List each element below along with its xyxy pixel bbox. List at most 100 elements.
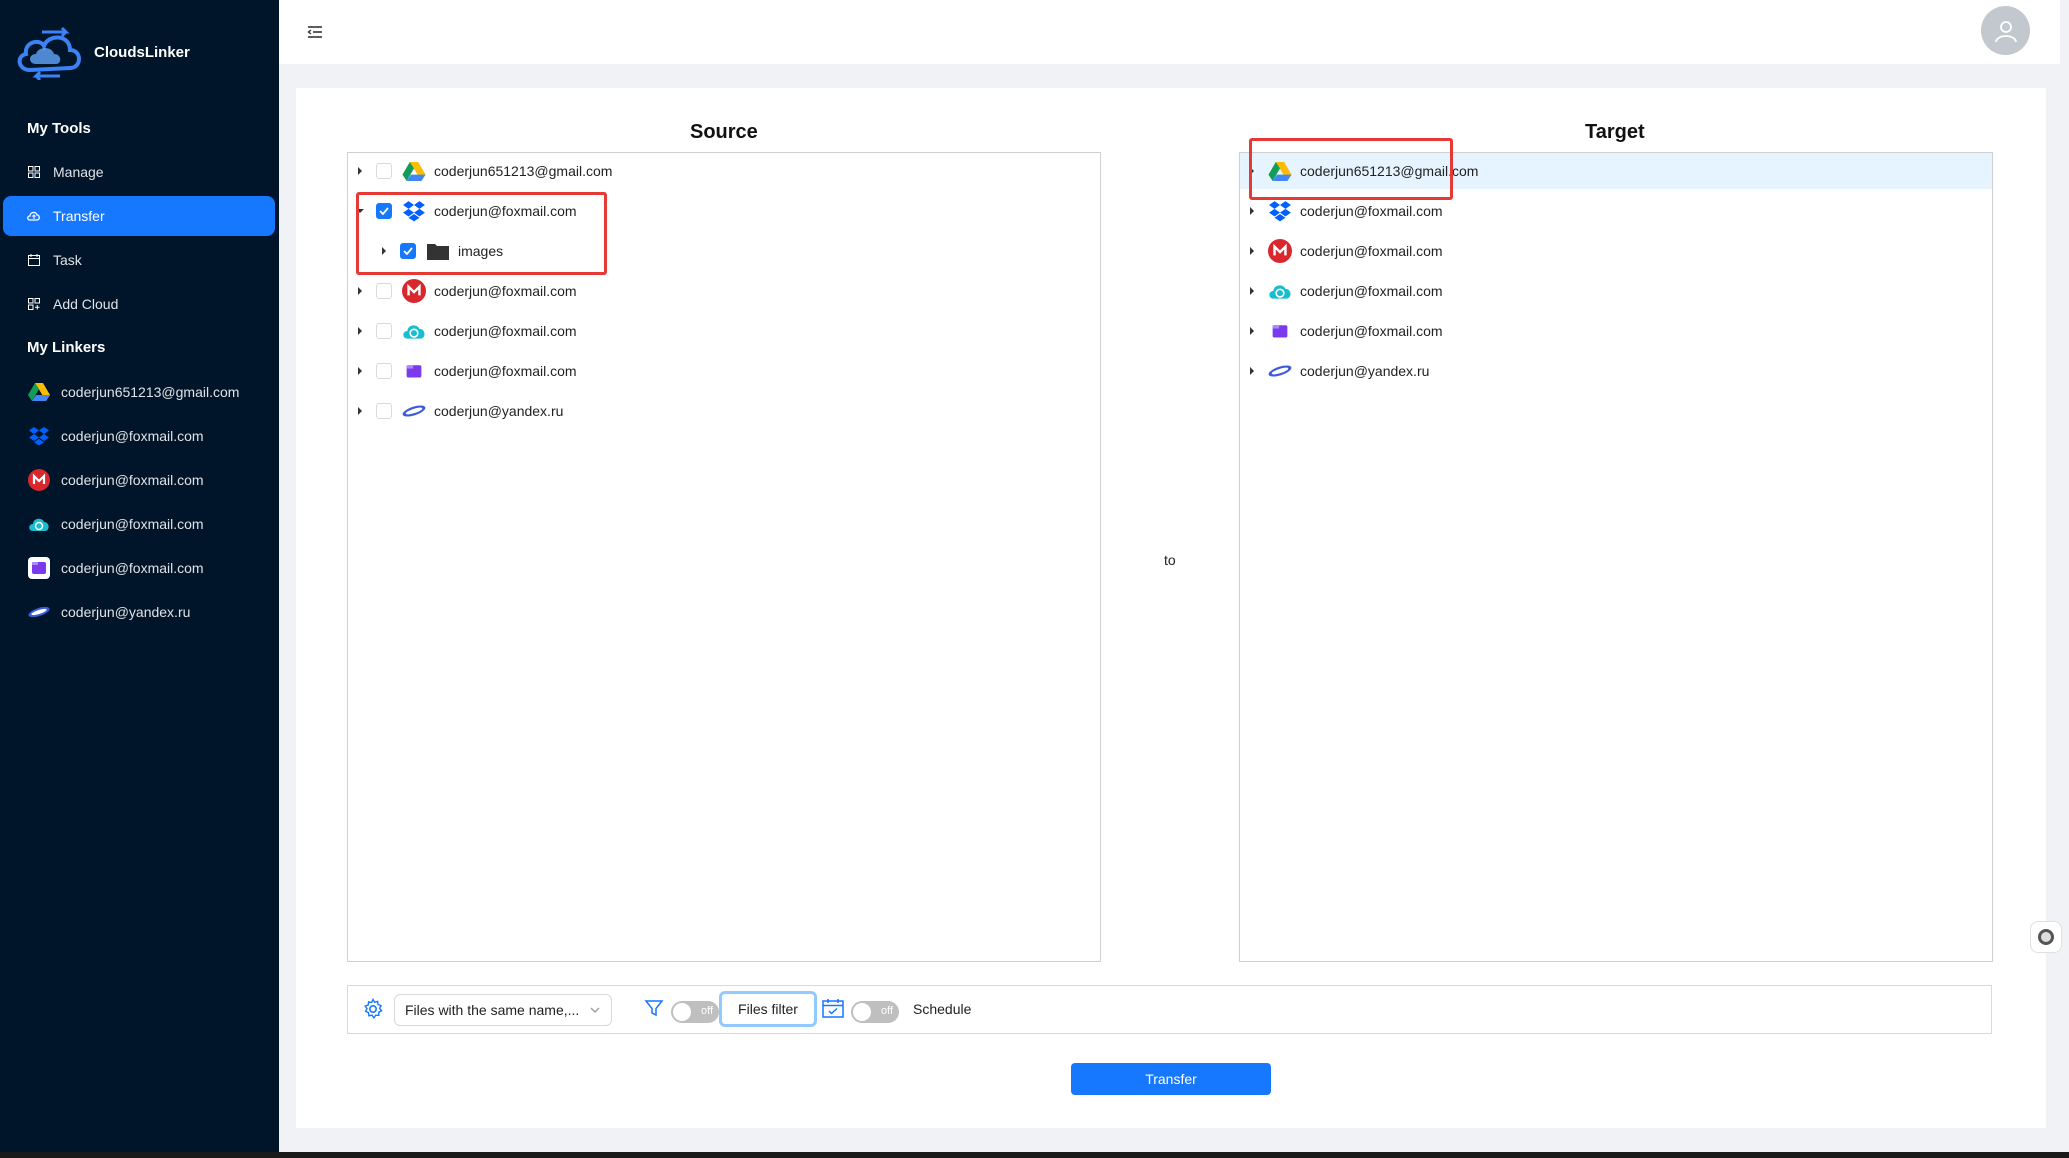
source-row-yandex[interactable]: coderjun@yandex.ru — [354, 393, 1094, 429]
caret-right-icon[interactable] — [354, 325, 366, 337]
source-checkbox[interactable] — [376, 283, 392, 299]
sidebar-linker-yandex[interactable]: coderjun@yandex.ru — [3, 592, 275, 632]
target-row-purple-cloud[interactable]: coderjun@foxmail.com — [1240, 313, 1992, 349]
source-row-google-drive[interactable]: coderjun651213@gmail.com — [354, 153, 1094, 189]
caret-down-icon[interactable] — [354, 205, 366, 217]
sidebar-linker-label: coderjun@yandex.ru — [61, 604, 191, 620]
same-name-conflict-select[interactable]: Files with the same name,... — [394, 994, 612, 1026]
target-row-label[interactable]: coderjun@foxmail.com — [1300, 323, 1443, 339]
schedule-label: Schedule — [913, 1001, 972, 1017]
brand-name: CloudsLinker — [94, 43, 190, 61]
source-row-dropbox[interactable]: coderjun@foxmail.com — [354, 193, 1094, 229]
source-row-purple-cloud[interactable]: coderjun@foxmail.com — [354, 353, 1094, 389]
target-row-label[interactable]: coderjun@foxmail.com — [1300, 203, 1443, 219]
caret-right-icon[interactable] — [1246, 245, 1258, 257]
pcloud-icon — [401, 318, 427, 344]
mega-icon — [27, 468, 51, 492]
transfer-panel: Source Target coderjun651213@gmail.com c… — [296, 88, 2046, 1128]
source-row-label[interactable]: coderjun651213@gmail.com — [434, 163, 612, 179]
target-row-pcloud[interactable]: coderjun@foxmail.com — [1240, 273, 1992, 309]
source-row-label[interactable]: images — [458, 243, 503, 259]
target-row-label[interactable]: coderjun@foxmail.com — [1300, 283, 1443, 299]
sidebar-linker-label: coderjun@foxmail.com — [61, 516, 204, 532]
source-checkbox-checked[interactable] — [400, 243, 416, 259]
my-linkers-title: My Linkers — [27, 339, 106, 356]
gear-icon[interactable] — [362, 998, 384, 1020]
caret-right-icon[interactable] — [354, 165, 366, 177]
sidebar-linker-label: coderjun651213@gmail.com — [61, 384, 240, 400]
source-row-label[interactable]: coderjun@foxmail.com — [434, 283, 577, 299]
cloudslinker-logo-icon — [17, 26, 81, 80]
source-row-pcloud[interactable]: coderjun@foxmail.com — [354, 313, 1094, 349]
google-drive-icon — [27, 380, 51, 404]
caret-right-icon[interactable] — [1246, 285, 1258, 297]
caret-right-icon[interactable] — [378, 245, 390, 257]
source-row-label[interactable]: coderjun@yandex.ru — [434, 403, 563, 419]
menu-fold-icon[interactable] — [303, 20, 327, 44]
target-title: Target — [1585, 121, 1645, 143]
mega-icon — [1267, 238, 1293, 264]
schedule-switch[interactable]: off — [851, 1001, 899, 1023]
caret-right-icon[interactable] — [1246, 365, 1258, 377]
sidebar-linker-label: coderjun@foxmail.com — [61, 472, 204, 488]
caret-right-icon[interactable] — [1246, 165, 1258, 177]
sidebar-linker-purple-cloud[interactable]: coderjun@foxmail.com — [3, 548, 275, 588]
grid-icon — [27, 165, 41, 179]
target-row-google-drive[interactable]: coderjun651213@gmail.com — [1240, 153, 1992, 189]
dropbox-icon — [401, 198, 427, 224]
files-filter-button[interactable]: Files filter — [719, 991, 817, 1027]
transfer-options-bar: Files with the same name,... off Files f… — [347, 985, 1992, 1034]
sidebar-item-label: Manage — [53, 164, 104, 180]
target-row-yandex[interactable]: coderjun@yandex.ru — [1240, 353, 1992, 389]
sidebar-item-manage[interactable]: Manage — [3, 152, 275, 192]
user-avatar[interactable] — [1981, 6, 2030, 55]
window-bottom-edge — [0, 1152, 2069, 1158]
source-checkbox-checked[interactable] — [376, 203, 392, 219]
target-row-mega[interactable]: coderjun@foxmail.com — [1240, 233, 1992, 269]
brand[interactable]: CloudsLinker — [14, 24, 190, 80]
switch-knob — [853, 1003, 871, 1021]
transfer-button[interactable]: Transfer — [1071, 1063, 1271, 1095]
yandex-disk-icon — [27, 600, 51, 624]
target-row-dropbox[interactable]: coderjun@foxmail.com — [1240, 193, 1992, 229]
target-row-label[interactable]: coderjun@yandex.ru — [1300, 363, 1429, 379]
caret-right-icon[interactable] — [1246, 325, 1258, 337]
sidebar-linker-pcloud[interactable]: coderjun@foxmail.com — [3, 504, 275, 544]
sidebar-item-label: Transfer — [53, 208, 105, 224]
my-tools-title: My Tools — [27, 120, 91, 137]
source-row-mega[interactable]: coderjun@foxmail.com — [354, 273, 1094, 309]
source-checkbox[interactable] — [376, 403, 392, 419]
select-value: Files with the same name,... — [405, 1002, 580, 1018]
cloud-transfer-icon — [27, 209, 41, 223]
source-row-label[interactable]: coderjun@foxmail.com — [434, 323, 577, 339]
sidebar-item-add-cloud[interactable]: Add Cloud — [3, 284, 275, 324]
source-checkbox[interactable] — [376, 323, 392, 339]
target-row-label[interactable]: coderjun651213@gmail.com — [1300, 163, 1478, 179]
calendar-icon — [27, 253, 41, 267]
caret-right-icon[interactable] — [354, 365, 366, 377]
caret-right-icon[interactable] — [354, 285, 366, 297]
sidebar-linker-mega[interactable]: coderjun@foxmail.com — [3, 460, 275, 500]
source-row-label[interactable]: coderjun@foxmail.com — [434, 363, 577, 379]
sidebar-item-label: Task — [53, 252, 82, 268]
source-checkbox[interactable] — [376, 363, 392, 379]
floating-help-button[interactable] — [2030, 921, 2062, 953]
caret-right-icon[interactable] — [1246, 205, 1258, 217]
files-filter-switch[interactable]: off — [671, 1001, 719, 1023]
caret-right-icon[interactable] — [354, 405, 366, 417]
sidebar-linker-google-drive[interactable]: coderjun651213@gmail.com — [3, 372, 275, 412]
chevron-down-icon — [590, 1007, 600, 1013]
sidebar-linker-dropbox[interactable]: coderjun@foxmail.com — [3, 416, 275, 456]
source-checkbox[interactable] — [376, 163, 392, 179]
source-tree: coderjun651213@gmail.com coderjun@foxmai… — [347, 152, 1101, 962]
purple-folder-icon — [401, 358, 427, 384]
sidebar-item-task[interactable]: Task — [3, 240, 275, 280]
schedule-calendar-icon[interactable] — [822, 998, 844, 1020]
source-row-images-folder[interactable]: images — [378, 233, 1094, 269]
sidebar-item-transfer[interactable]: Transfer — [3, 196, 275, 236]
source-row-label[interactable]: coderjun@foxmail.com — [434, 203, 577, 219]
target-row-label[interactable]: coderjun@foxmail.com — [1300, 243, 1443, 259]
circle-icon — [2038, 929, 2054, 945]
top-header — [279, 0, 2060, 64]
filter-icon[interactable] — [644, 998, 666, 1020]
